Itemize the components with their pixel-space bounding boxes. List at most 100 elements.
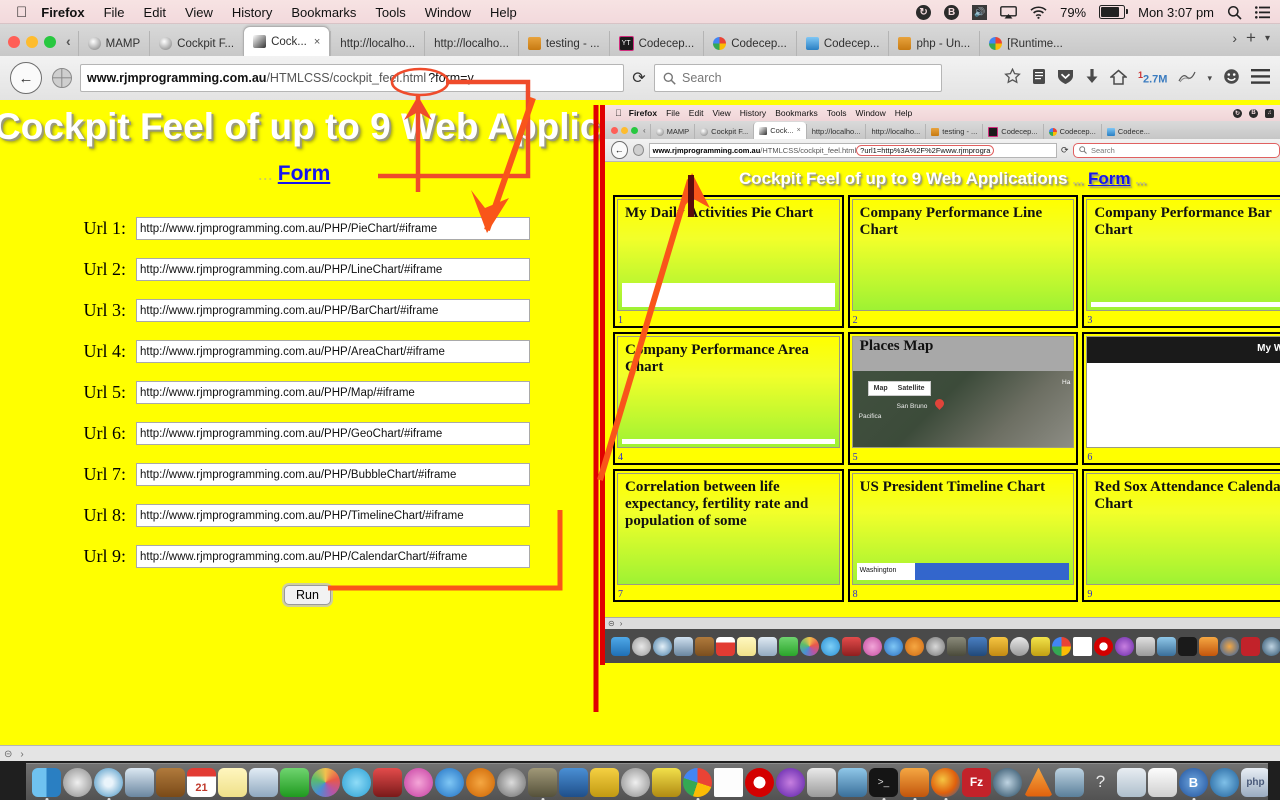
- gimp-icon[interactable]: [528, 767, 557, 797]
- scroll-left-icon[interactable]: ⊝: [4, 749, 12, 760]
- time-machine-icon[interactable]: ↻: [916, 4, 932, 20]
- menu-bookmarks[interactable]: Bookmarks: [291, 5, 356, 20]
- contacts-icon[interactable]: [156, 767, 185, 797]
- screensharing-icon[interactable]: [1055, 767, 1084, 797]
- weather-icon[interactable]: [1178, 69, 1197, 87]
- paintbrush-icon[interactable]: [652, 767, 681, 797]
- chrome-icon[interactable]: [683, 767, 712, 797]
- notification-center-icon[interactable]: [1255, 5, 1270, 19]
- tab-scroll-right-icon[interactable]: ›: [1232, 30, 1237, 46]
- vlc-star-icon[interactable]: [776, 767, 805, 797]
- finder-icon[interactable]: [32, 767, 61, 797]
- tab-codeception-1[interactable]: YT Codecep...: [608, 31, 704, 56]
- reload-button[interactable]: ⟳: [624, 68, 654, 88]
- close-tab-icon[interactable]: ×: [314, 36, 320, 48]
- bitcoin-icon[interactable]: B: [944, 4, 960, 20]
- battery-icon[interactable]: [1099, 5, 1129, 19]
- url-1-input[interactable]: [136, 217, 530, 240]
- package-icon[interactable]: [1117, 767, 1146, 797]
- close-window-button[interactable]: [8, 36, 20, 48]
- address-bar[interactable]: www.rjmprogramming.com.au/HTMLCSS/cockpi…: [80, 64, 624, 92]
- window-controls[interactable]: [0, 36, 64, 56]
- tab-testing[interactable]: testing - ...: [517, 31, 609, 56]
- bbedit-b-icon[interactable]: B: [1179, 767, 1208, 797]
- textfile-icon[interactable]: [714, 767, 743, 797]
- menu-view[interactable]: View: [185, 5, 213, 20]
- facetime-icon[interactable]: [280, 767, 309, 797]
- tab-cockpit-active[interactable]: Cock... ×: [243, 26, 331, 56]
- php-icon[interactable]: php: [1241, 767, 1268, 797]
- pocket-shield-icon[interactable]: [1057, 68, 1074, 88]
- menu-file[interactable]: File: [104, 5, 125, 20]
- itunes-icon[interactable]: [404, 767, 433, 797]
- bbedit-icon[interactable]: [1148, 767, 1177, 797]
- tab-codeception-3[interactable]: Codecep...: [795, 31, 889, 56]
- menu-tools[interactable]: Tools: [375, 5, 405, 20]
- photobooth-icon[interactable]: [373, 767, 402, 797]
- messages-icon[interactable]: [342, 767, 371, 797]
- wifi-icon[interactable]: [1030, 5, 1047, 19]
- launchpad-icon[interactable]: [63, 767, 92, 797]
- tab-localhost-1[interactable]: http://localho...: [330, 31, 424, 56]
- scroll-right-icon[interactable]: ›: [20, 749, 23, 760]
- menu-firefox[interactable]: Firefox: [41, 5, 84, 20]
- menubar-clock[interactable]: Mon 3:07 pm: [1138, 5, 1214, 20]
- quicktime-icon[interactable]: [993, 767, 1022, 797]
- spotlight-search-icon[interactable]: [1227, 5, 1242, 20]
- url-8-input[interactable]: [136, 504, 530, 527]
- url-5-input[interactable]: [136, 381, 530, 404]
- menu-window[interactable]: Window: [425, 5, 471, 20]
- vlc-icon[interactable]: [1024, 767, 1053, 797]
- inkscape-icon[interactable]: [590, 767, 619, 797]
- download-icon[interactable]: [1085, 68, 1099, 88]
- hamburger-menu-icon[interactable]: [1251, 69, 1270, 87]
- tab-codeception-2[interactable]: Codecep...: [703, 31, 796, 56]
- imageeditor-icon[interactable]: [838, 767, 867, 797]
- xcode-icon[interactable]: [559, 767, 588, 797]
- url-9-input[interactable]: [136, 545, 530, 568]
- safari-icon[interactable]: [94, 767, 123, 797]
- tab-runtime[interactable]: [Runtime...: [979, 31, 1072, 56]
- airplay-icon[interactable]: [1000, 5, 1017, 19]
- tab-localhost-2[interactable]: http://localho...: [424, 31, 518, 56]
- search-bar[interactable]: Search: [654, 64, 942, 92]
- firefox-icon[interactable]: [931, 767, 960, 797]
- tab-mamp[interactable]: MAMP: [77, 31, 150, 56]
- grapher-icon[interactable]: [807, 767, 836, 797]
- page-horizontal-scrollbar[interactable]: ⊝ ›: [0, 745, 1280, 762]
- question-icon[interactable]: ?: [1086, 768, 1115, 797]
- form-link[interactable]: Form: [278, 162, 331, 185]
- minimize-window-button[interactable]: [26, 36, 38, 48]
- reminders-icon[interactable]: [249, 767, 278, 797]
- back-button[interactable]: ←: [10, 62, 42, 94]
- menu-help[interactable]: Help: [490, 5, 517, 20]
- sound-icon[interactable]: 🔊: [972, 4, 988, 20]
- opera-icon[interactable]: [745, 767, 774, 797]
- menu-history[interactable]: History: [232, 5, 272, 20]
- apple-logo-icon[interactable]: : [16, 5, 27, 20]
- tab-cockpit-f[interactable]: Cockpit F...: [149, 31, 243, 56]
- sketch-icon[interactable]: [621, 767, 650, 797]
- smiley-feedback-icon[interactable]: [1223, 68, 1240, 88]
- ibooks-icon[interactable]: [466, 767, 495, 797]
- terminal-icon[interactable]: >_: [869, 767, 898, 797]
- site-identity-globe-icon[interactable]: [52, 68, 72, 88]
- url-3-input[interactable]: [136, 299, 530, 322]
- zoom-window-button[interactable]: [44, 36, 56, 48]
- url-7-input[interactable]: [136, 463, 530, 486]
- toolbar-dropdown-icon[interactable]: ▾: [1207, 73, 1212, 84]
- new-tab-button[interactable]: +: [1246, 28, 1256, 48]
- photos-icon[interactable]: [311, 767, 340, 797]
- virtualbox-icon[interactable]: [1210, 767, 1239, 797]
- filezilla-icon[interactable]: Fz: [962, 767, 991, 797]
- systempreferences-icon[interactable]: [497, 767, 526, 797]
- url-2-input[interactable]: [136, 258, 530, 281]
- appstore-icon[interactable]: [435, 767, 464, 797]
- reader-view-icon[interactable]: [1032, 68, 1046, 88]
- home-icon[interactable]: [1108, 69, 1128, 88]
- calendar-icon[interactable]: 21: [187, 767, 216, 797]
- preview-icon[interactable]: [125, 767, 154, 797]
- tab-scroll-left-icon[interactable]: ‹: [64, 33, 78, 56]
- tab-list-dropdown-icon[interactable]: ▾: [1265, 33, 1270, 44]
- star-bookmark-icon[interactable]: [1004, 67, 1021, 88]
